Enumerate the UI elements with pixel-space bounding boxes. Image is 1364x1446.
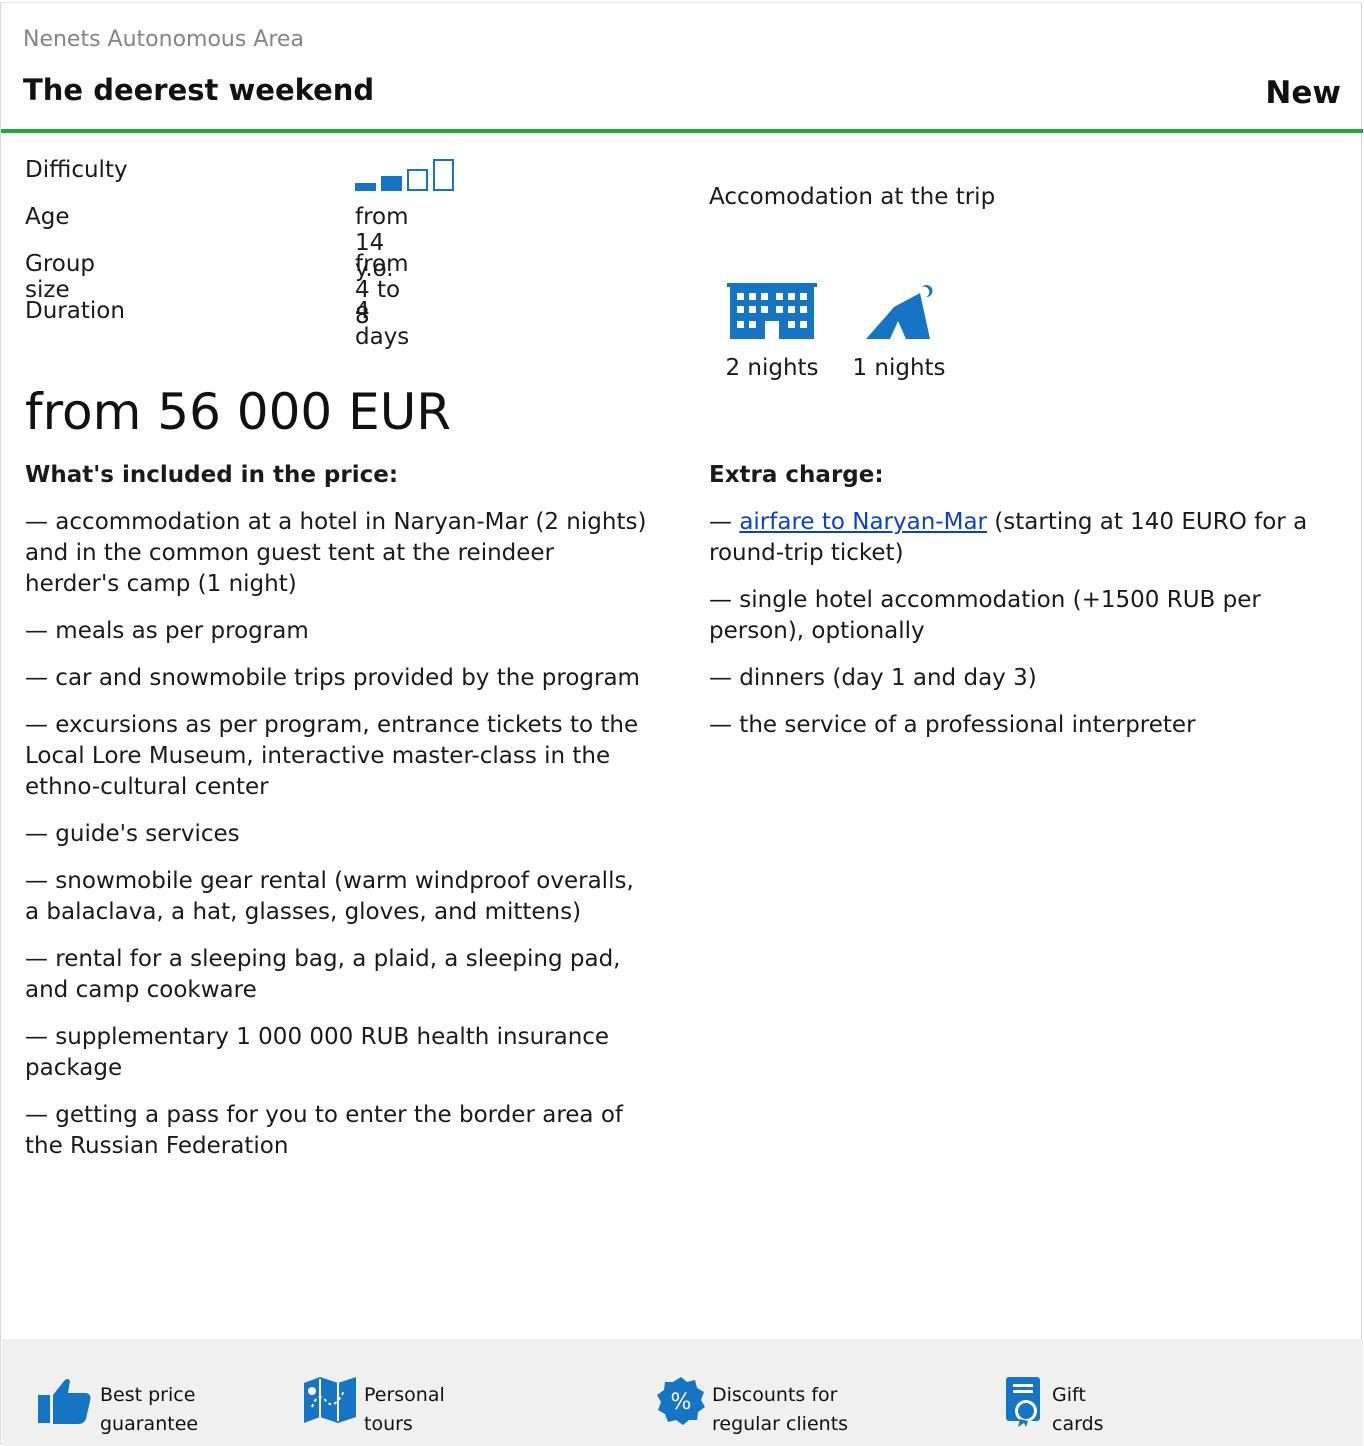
discounts-text[interactable]: Discounts for regular clients (712, 1381, 848, 1439)
gift-cards-line1: Gift (1052, 1384, 1086, 1406)
difficulty-bar-4 (433, 159, 454, 191)
extra-heading: Extra charge: (709, 462, 884, 488)
duration-value: 4 days (355, 298, 410, 350)
accommodation-tent: 1 nights (845, 283, 953, 381)
best-price-line1: Best price (100, 1384, 196, 1406)
price: from 56 000 EUR (25, 383, 452, 441)
group-size-label: Group size (25, 251, 96, 303)
included-section: What's included in the price: — accommod… (25, 460, 650, 1178)
accommodation-title: Accomodation at the trip (709, 184, 996, 210)
hotel-nights: 2 nights (725, 355, 819, 381)
included-item: — snowmobile gear rental (warm windproof… (25, 868, 634, 925)
hotel-icon (727, 283, 817, 339)
extra-charge-section: Extra charge: — airfare to Naryan-Mar (s… (709, 460, 1339, 757)
gift-cards-line2: cards (1052, 1413, 1104, 1435)
personal-tours-text[interactable]: Personal tours (364, 1381, 445, 1439)
thumbs-up-icon (38, 1379, 91, 1424)
difficulty-meter (355, 157, 465, 191)
region-label: Nenets Autonomous Area (23, 27, 304, 52)
tour-title[interactable]: The deerest weekend (23, 73, 374, 107)
map-icon (304, 1377, 356, 1423)
extra-item: — the service of a professional interpre… (709, 712, 1196, 738)
tour-card: Nenets Autonomous Area The deerest weeke… (0, 2, 1363, 1446)
accommodation-hotel: 2 nights (719, 283, 825, 381)
included-item: — meals as per program (25, 618, 309, 644)
svg-text:%: % (671, 1390, 692, 1415)
discounts-line2: regular clients (712, 1413, 849, 1435)
extra-item: — airfare to Naryan-Mar (starting at 140… (709, 507, 1339, 569)
tent-icon (866, 285, 933, 339)
age-label: Age (25, 204, 70, 230)
airfare-link[interactable]: airfare to Naryan-Mar (739, 509, 987, 535)
extra-item: — single hotel accommodation (+1500 RUB … (709, 587, 1261, 644)
best-price-line2: guarantee (100, 1413, 199, 1435)
personal-tours-line1: Personal (364, 1384, 445, 1406)
gift-card-icon (1006, 1377, 1040, 1427)
difficulty-bar-3 (407, 169, 428, 191)
difficulty-bar-2 (381, 176, 402, 191)
tent-nights: 1 nights (852, 355, 946, 381)
personal-tours-line2: tours (364, 1413, 413, 1435)
included-item: — excursions as per program, entrance ti… (25, 712, 639, 800)
duration-label: Duration (25, 298, 125, 324)
extra-item-prefix: — (709, 509, 740, 535)
included-item: — rental for a sleeping bag, a plaid, a … (25, 946, 621, 1003)
included-item: — supplementary 1 000 000 RUB health ins… (25, 1024, 610, 1081)
difficulty-label: Difficulty (25, 157, 128, 183)
percent-badge-icon: % (657, 1377, 705, 1425)
included-item: — accommodation at a hotel in Naryan-Mar… (25, 509, 647, 597)
difficulty-bar-1 (355, 183, 376, 191)
included-item: — getting a pass for you to enter the bo… (25, 1102, 623, 1159)
included-heading: What's included in the price: (25, 462, 399, 488)
best-price-text[interactable]: Best price guarantee (100, 1381, 198, 1439)
new-badge: New (1265, 75, 1341, 111)
included-item: — car and snowmobile trips provided by t… (25, 665, 640, 691)
extra-item: — dinners (day 1 and day 3) (709, 665, 1037, 691)
header-divider (1, 129, 1363, 133)
included-item: — guide's services (25, 821, 240, 847)
benefits-footer: Best price guarantee Personal tours % Di… (2, 1339, 1363, 1446)
discounts-line1: Discounts for (712, 1384, 838, 1406)
gift-cards-text[interactable]: Gift cards (1052, 1381, 1104, 1439)
